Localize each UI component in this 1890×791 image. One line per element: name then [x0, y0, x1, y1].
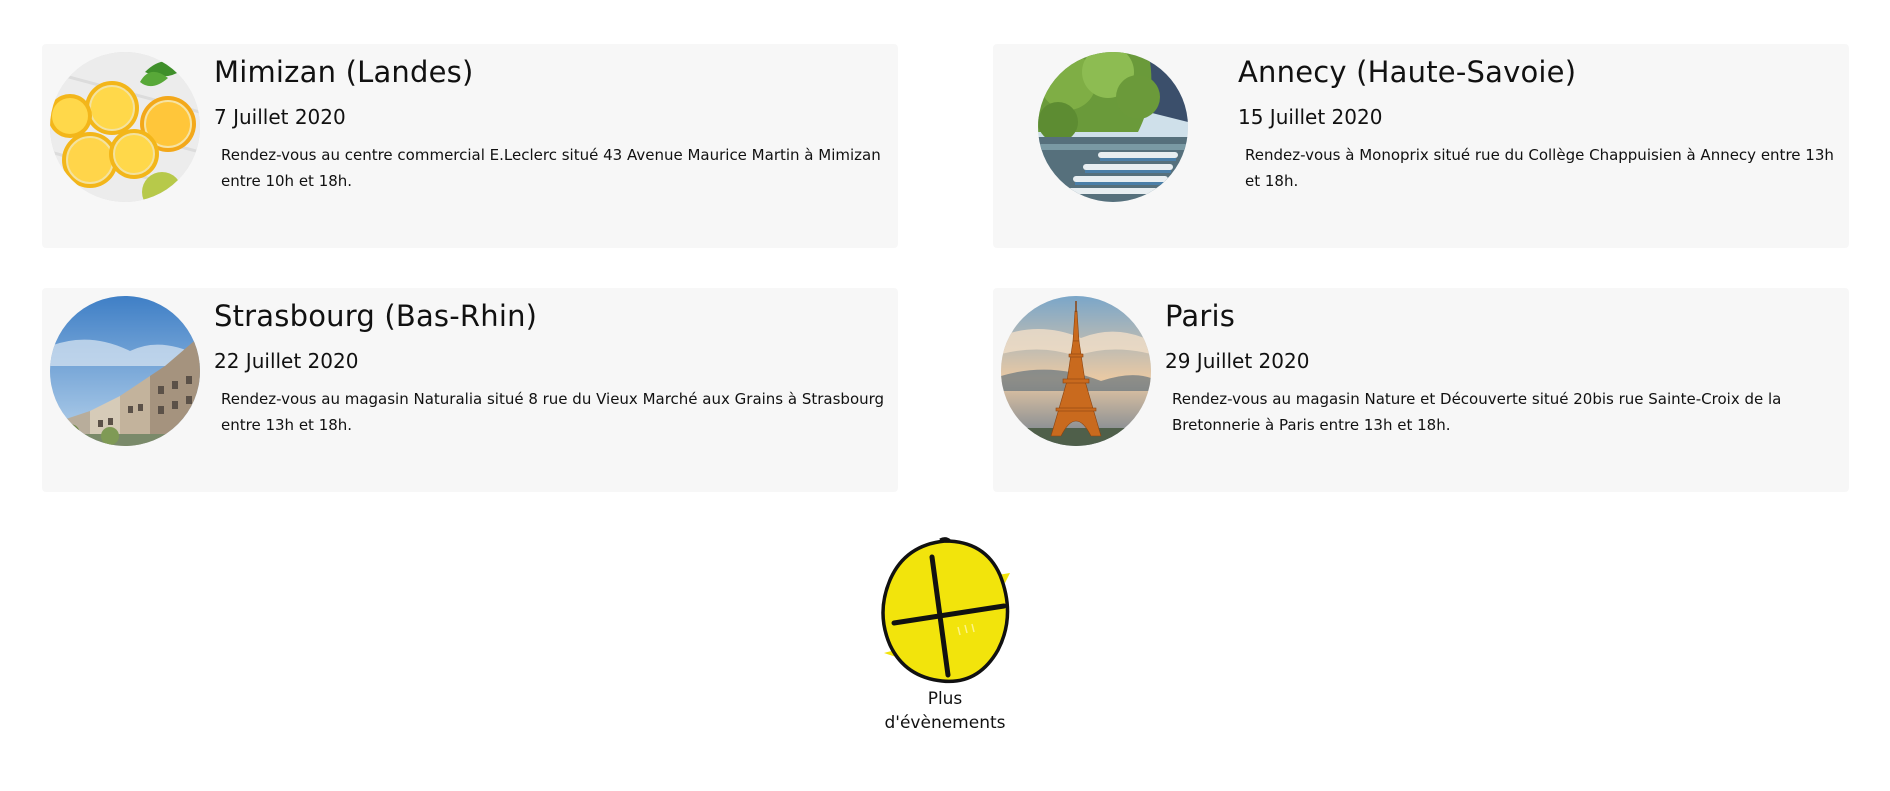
- event-title: Paris: [1165, 299, 1236, 333]
- event-content: Annecy (Haute-Savoie) 15 Juillet 2020 Re…: [1238, 52, 1839, 194]
- event-date: 29 Juillet 2020: [1165, 349, 1310, 373]
- event-content: Mimizan (Landes) 7 Juillet 2020 Rendez-v…: [214, 52, 888, 194]
- event-date: 15 Juillet 2020: [1238, 105, 1383, 129]
- event-title: Strasbourg (Bas-Rhin): [214, 299, 538, 333]
- event-card-paris[interactable]: Paris 29 Juillet 2020 Rendez-vous au mag…: [993, 288, 1849, 492]
- city-riverside-icon: [50, 296, 200, 446]
- lemon-slices-icon: [50, 52, 200, 202]
- more-events-button[interactable]: Plus d'évènements: [868, 535, 1022, 735]
- event-description: Rendez-vous au centre commercial E.Lecle…: [221, 146, 881, 190]
- event-content: Paris 29 Juillet 2020 Rendez-vous au mag…: [1165, 296, 1839, 438]
- lemon-plus-icon[interactable]: [870, 535, 1020, 685]
- event-content: Strasbourg (Bas-Rhin) 22 Juillet 2020 Re…: [214, 296, 888, 438]
- event-description: Rendez-vous à Monoprix situé rue du Coll…: [1245, 146, 1834, 190]
- event-title: Mimizan (Landes): [214, 55, 474, 89]
- event-description: Rendez-vous au magasin Naturalia situé 8…: [221, 390, 885, 434]
- lake-boats-icon: [1038, 52, 1188, 202]
- event-date: 7 Juillet 2020: [214, 105, 346, 129]
- events-page: Mimizan (Landes) 7 Juillet 2020 Rendez-v…: [0, 0, 1890, 791]
- event-card-strasbourg[interactable]: Strasbourg (Bas-Rhin) 22 Juillet 2020 Re…: [42, 288, 898, 492]
- event-card-annecy[interactable]: Annecy (Haute-Savoie) 15 Juillet 2020 Re…: [993, 44, 1849, 248]
- event-date: 22 Juillet 2020: [214, 349, 359, 373]
- event-description: Rendez-vous au magasin Nature et Découve…: [1172, 390, 1782, 434]
- more-events-label[interactable]: Plus d'évènements: [868, 687, 1022, 735]
- event-card-mimizan[interactable]: Mimizan (Landes) 7 Juillet 2020 Rendez-v…: [42, 44, 898, 248]
- eiffel-tower-icon: [1001, 296, 1151, 446]
- event-title: Annecy (Haute-Savoie): [1238, 55, 1577, 89]
